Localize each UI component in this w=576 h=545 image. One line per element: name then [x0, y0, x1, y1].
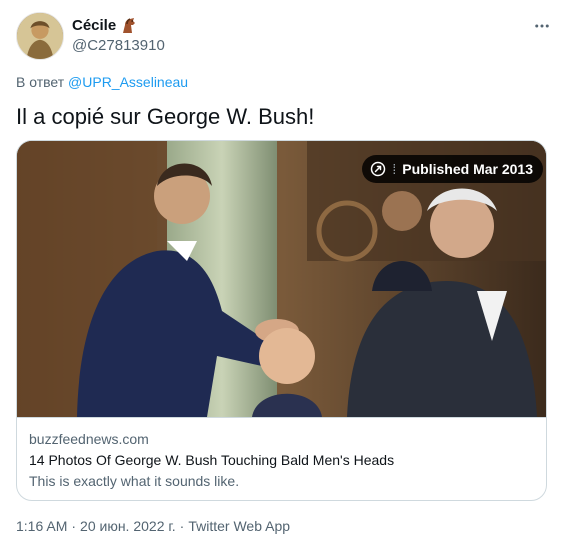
user-handle[interactable]: @C27813910	[72, 37, 165, 54]
badge-separator: ⁞	[392, 161, 397, 177]
tweet-meta: 1:16 AM · 20 июн. 2022 г. · Twitter Web …	[16, 518, 290, 534]
card-description: This is exactly what it sounds like.	[29, 473, 240, 489]
published-icon	[370, 161, 386, 177]
more-horizontal-icon	[535, 24, 549, 28]
card-footer[interactable]: buzzfeednews.com 14 Photos Of George W. …	[17, 417, 546, 500]
tweet-source-link[interactable]: Twitter Web App	[188, 518, 290, 534]
tweet-text: Il a copié sur George W. Bush!	[16, 104, 315, 129]
card-image[interactable]: ⁞ Published Mar 2013	[17, 141, 546, 417]
card-title[interactable]: 14 Photos Of George W. Bush Touching Bal…	[29, 451, 534, 470]
meta-dot: ·	[71, 518, 77, 534]
tweet: Cécile @C27813910 В ответ @UPR_Asselinea…	[0, 0, 576, 545]
display-name[interactable]: Cécile	[72, 16, 138, 34]
avatar[interactable]	[16, 12, 64, 60]
link-card[interactable]: ⁞ Published Mar 2013 buzzfeednews.com 14…	[16, 140, 547, 501]
published-badge: ⁞ Published Mar 2013	[362, 155, 543, 183]
meta-dot: ·	[179, 518, 185, 534]
card-domain: buzzfeednews.com	[29, 431, 149, 447]
horse-emoji-icon	[120, 16, 138, 34]
more-options-button[interactable]	[530, 14, 554, 38]
tweet-time-link[interactable]: 1:16 AM	[16, 518, 67, 534]
display-name-text[interactable]: Cécile	[72, 17, 116, 34]
badge-text: Published Mar 2013	[402, 161, 533, 177]
reply-prefix: В ответ	[16, 74, 65, 90]
tweet-date-link[interactable]: 20 июн. 2022 г.	[80, 518, 176, 534]
reply-mention-link[interactable]: @UPR_Asselineau	[68, 74, 188, 90]
reply-context: В ответ @UPR_Asselineau	[16, 74, 188, 90]
